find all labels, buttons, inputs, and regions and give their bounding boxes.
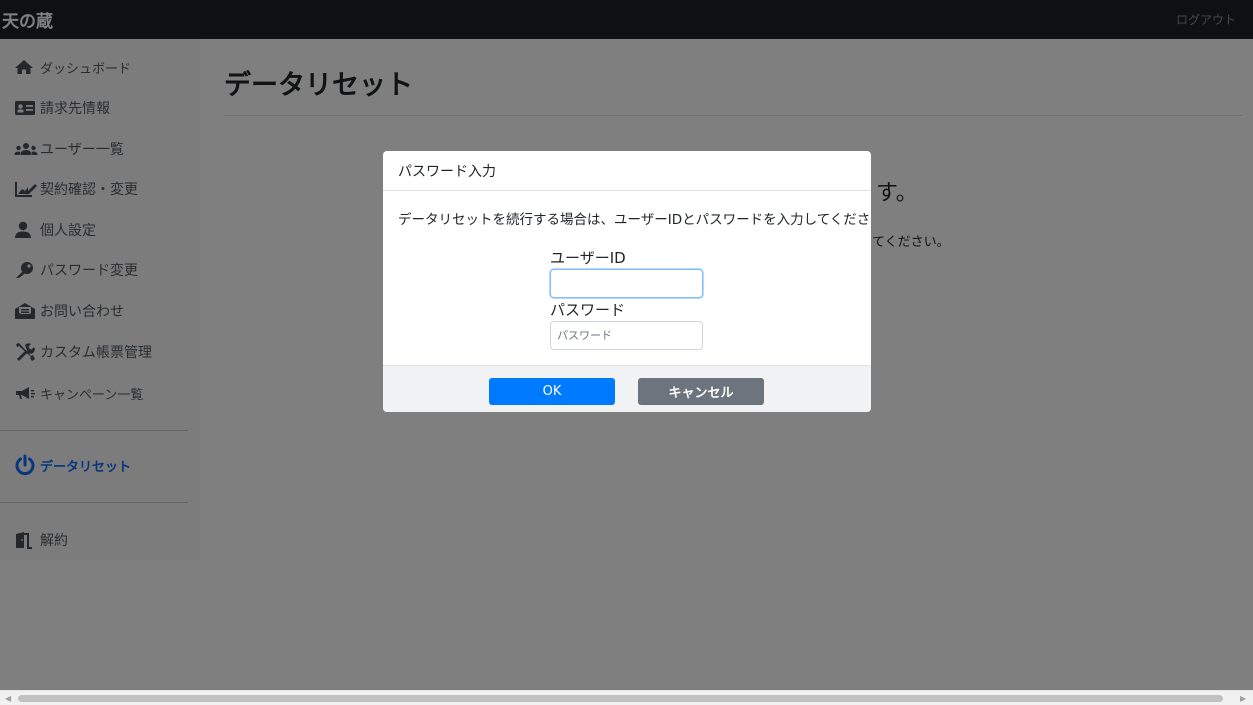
user-id-input[interactable] — [550, 269, 703, 298]
password-label: パスワード — [550, 301, 626, 319]
modal-footer: OK キャンセル — [383, 365, 871, 412]
cancel-button[interactable]: キャンセル — [638, 378, 764, 405]
horizontal-scrollbar[interactable]: ◀ ▶ — [0, 690, 1253, 705]
modal-message: データリセットを続行する場合は、ユーザーIDとパスワードを入力してください。 — [398, 212, 871, 228]
password-modal: パスワード入力 データリセットを続行する場合は、ユーザーIDとパスワードを入力し… — [383, 151, 871, 412]
user-id-label: ユーザーID — [550, 249, 626, 267]
modal-body: データリセットを続行する場合は、ユーザーIDとパスワードを入力してください。 ユ… — [383, 191, 871, 365]
ok-button[interactable]: OK — [489, 378, 615, 405]
modal-title: パスワード入力 — [383, 151, 871, 191]
scroll-left-icon[interactable]: ◀ — [5, 694, 11, 703]
scrollbar-thumb[interactable] — [18, 695, 1223, 702]
password-input[interactable] — [550, 321, 703, 350]
scroll-right-icon[interactable]: ▶ — [1240, 694, 1246, 703]
